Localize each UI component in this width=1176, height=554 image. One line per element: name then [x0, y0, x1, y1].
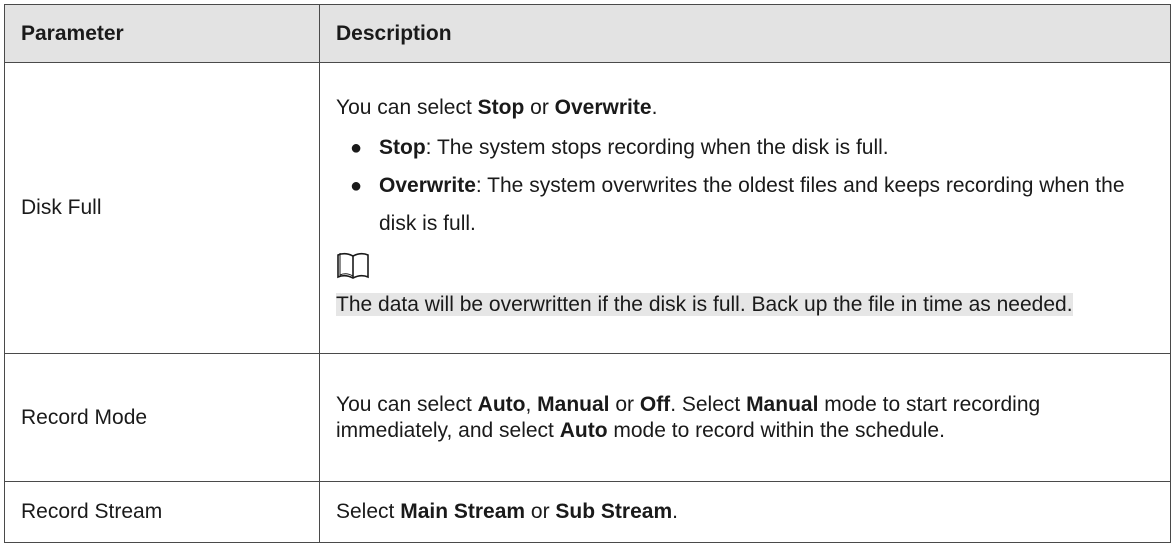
header-row: Parameter Description: [4, 4, 1171, 63]
table-row-record-stream: Record Stream Select Main Stream or Sub …: [4, 481, 1171, 543]
table-row-record-mode: Record Mode You can select Auto, Manual …: [4, 353, 1171, 482]
mode-bold-manual-2: Manual: [746, 392, 819, 416]
mode-text-4: . Select: [670, 392, 747, 416]
intro-text-2: or: [524, 95, 555, 119]
mode-text-3: or: [609, 392, 640, 416]
bullet-icon: ●: [350, 136, 363, 159]
mode-bold-manual: Manual: [537, 392, 610, 416]
list-item-stop: ● Stop: The system stops recording when t…: [336, 129, 1154, 167]
option-text-overwrite: : The system overwrites the oldest files…: [379, 173, 1125, 235]
stream-bold-sub: Sub Stream: [555, 500, 673, 523]
mode-text-6: mode to record within the schedule.: [607, 418, 945, 442]
table-row-disk-full: Disk Full You can select Stop or Overwri…: [4, 62, 1171, 354]
mode-text-1: You can select: [336, 392, 478, 416]
stream-text-1: Select: [336, 500, 401, 523]
param-desc-record-mode: You can select Auto, Manual or Off. Sele…: [319, 353, 1171, 482]
disk-full-options-list: ● Stop: The system stops recording when t…: [336, 129, 1154, 243]
intro-text-3: .: [651, 95, 658, 119]
param-name-disk-full: Disk Full: [4, 62, 320, 354]
param-name-record-stream: Record Stream: [4, 481, 320, 543]
parameter-table: Parameter Description Disk Full You can …: [4, 4, 1171, 543]
mode-text-2: ,: [525, 392, 538, 416]
mode-bold-auto-2: Auto: [559, 418, 608, 442]
option-text-stop: : The system stops recording when the di…: [425, 135, 889, 159]
header-parameter: Parameter: [4, 4, 320, 63]
intro-bold-stop: Stop: [477, 95, 525, 119]
intro-text-1: You can select: [336, 95, 478, 119]
stream-text-2: or: [525, 500, 556, 523]
param-desc-disk-full: You can select Stop or Overwrite. ● Stop:…: [319, 62, 1171, 354]
option-label-stop: Stop: [379, 135, 426, 159]
stream-text-3: .: [672, 500, 678, 523]
note-text: The data will be overwritten if the disk…: [336, 292, 1073, 316]
param-name-record-mode: Record Mode: [4, 353, 320, 482]
disk-full-intro: You can select Stop or Overwrite.: [336, 93, 1154, 123]
mode-bold-auto: Auto: [477, 392, 526, 416]
record-mode-text: You can select Auto, Manual or Off. Sele…: [336, 392, 1154, 444]
list-item-overwrite: ● Overwrite: The system overwrites the ol…: [336, 167, 1154, 243]
param-desc-record-stream: Select Main Stream or Sub Stream.: [319, 481, 1171, 543]
mode-bold-off: Off: [639, 392, 671, 416]
disk-full-note: The data will be overwritten if the disk…: [336, 285, 1154, 324]
header-description: Description: [319, 4, 1171, 63]
book-note-icon: [337, 252, 369, 279]
option-label-overwrite: Overwrite: [379, 173, 476, 197]
stream-bold-main: Main Stream: [400, 500, 526, 523]
bullet-icon: ●: [350, 174, 363, 197]
intro-bold-overwrite: Overwrite: [554, 95, 652, 119]
